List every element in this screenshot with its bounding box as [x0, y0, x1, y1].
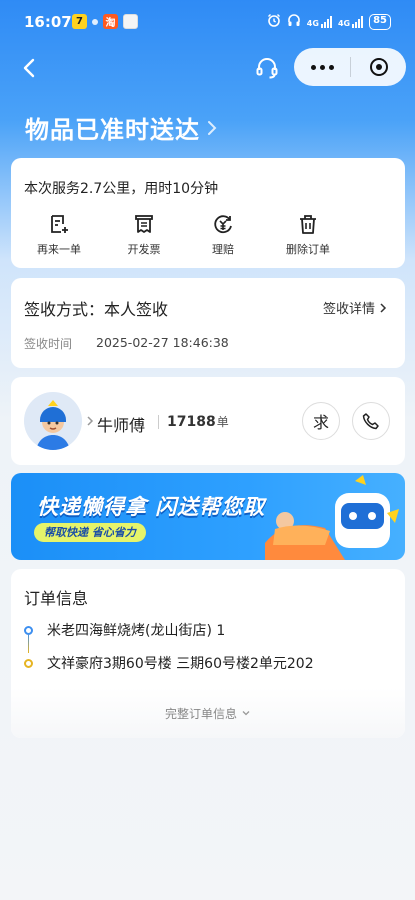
notification-icons: 7 淘 [72, 14, 138, 29]
status-time: 16:07 [24, 13, 72, 31]
app-notification-icon: 7 [72, 14, 87, 29]
sign-card: 签收方式：本人签收 签收详情 签收时间 2025-02-27 18:46:38 [11, 278, 405, 368]
delivery-status-header[interactable]: 物品已准时送达 [25, 110, 218, 145]
chevron-down-icon [242, 711, 250, 716]
courier-avatar-icon [24, 392, 82, 450]
chevron-right-icon [208, 120, 217, 135]
gallery-notification-icon [123, 14, 138, 29]
sign-detail-label: 签收详情 [322, 302, 375, 317]
pickup-address: 米老四海鲜烧烤(龙山街店) 1 [47, 623, 226, 639]
courier-card: 牛师傅 17188单 求 [11, 377, 405, 465]
miniapp-capsule [294, 48, 406, 86]
network-type-label: 4G [306, 18, 319, 28]
sign-time-label: 签收时间 [24, 337, 73, 351]
chevron-right-icon [87, 416, 94, 426]
alarm-icon [267, 13, 281, 30]
claim-button[interactable]: 理赔 [187, 213, 259, 257]
battery-indicator: 85 [369, 13, 391, 30]
chevron-left-icon [23, 58, 35, 78]
courier-name: 牛师傅 [97, 416, 146, 435]
ask-label: 求 [312, 413, 329, 432]
ask-courier-button[interactable]: 求 [302, 402, 340, 440]
invoice-button[interactable]: 开发票 [108, 213, 180, 257]
close-miniapp-button[interactable] [351, 48, 406, 86]
signal-left: 4G [306, 15, 332, 28]
taobao-notification-icon: 淘 [103, 14, 118, 29]
full-order-info-label: 完整订单信息 [164, 706, 237, 721]
sign-detail-link[interactable]: 签收详情 [323, 298, 387, 317]
banner-subtitle: 帮取快递 省心省力 [34, 523, 146, 542]
delivery-address-row: 文祥豪府3期60号楼 三期60号楼2单元202 [24, 653, 314, 673]
claim-label: 理赔 [212, 243, 234, 256]
sign-method: 签收方式：本人签收 [24, 300, 169, 319]
courier-order-count: 17188单 [167, 413, 229, 430]
status-right: 4G 4G 85 [267, 13, 391, 30]
delivery-address: 文祥豪府3期60号楼 三期60号楼2单元202 [47, 656, 314, 672]
more-menu-button[interactable] [294, 48, 350, 86]
delivery-dot-icon [24, 658, 33, 668]
courier-avatar[interactable] [24, 392, 82, 450]
reorder-label: 再来一单 [37, 243, 81, 256]
order-info-card: 订单信息 米老四海鲜烧烤(龙山街店) 1 文祥豪府3期60号楼 三期60号楼2单… [11, 569, 405, 738]
status-bar: 16:07 7 淘 4G 4G 85 [0, 0, 415, 44]
delete-order-button[interactable]: 删除订单 [272, 213, 344, 257]
signal-right: 4G [337, 15, 364, 28]
service-summary: 本次服务2.7公里，用时10分钟 [24, 181, 219, 197]
signal-icon-2 [352, 15, 364, 28]
invoice-label: 开发票 [127, 243, 161, 256]
divider [158, 415, 159, 429]
delete-order-label: 删除订单 [286, 243, 330, 256]
headset-icon [256, 58, 278, 79]
phone-icon [362, 413, 379, 430]
call-courier-button[interactable] [352, 402, 390, 440]
order-info-title: 订单信息 [24, 589, 89, 608]
promo-banner[interactable]: 快递懒得拿 闪送帮您取 帮取快递 省心省力 [11, 473, 405, 560]
full-order-info-button[interactable]: 完整订单信息 [11, 688, 405, 738]
route-connector [28, 633, 29, 653]
pickup-address-row: 米老四海鲜烧烤(龙山街店) 1 [24, 620, 225, 640]
claim-icon [214, 215, 232, 234]
trash-icon [300, 215, 316, 234]
network-type-label-2: 4G [337, 18, 351, 28]
page-title: 物品已准时送达 [25, 116, 200, 144]
action-row: 再来一单 开发票 理赔 删除订单 [11, 213, 405, 257]
service-card: 本次服务2.7公里，用时10分钟 再来一单 开发票 理赔 删除订单 [11, 158, 405, 268]
customer-service-button[interactable] [253, 54, 281, 82]
target-icon [369, 58, 388, 76]
reorder-icon [51, 215, 68, 233]
back-button[interactable] [16, 54, 44, 82]
nav-bar [0, 44, 415, 92]
reorder-button[interactable]: 再来一单 [23, 213, 95, 257]
order-count-unit: 单 [216, 415, 229, 429]
invoice-icon [135, 215, 153, 233]
signal-icon [320, 15, 332, 28]
sign-time-value: 2025-02-27 18:46:38 [96, 335, 229, 350]
banner-title: 快递懒得拿 闪送帮您取 [37, 495, 266, 519]
headphone-icon [287, 13, 301, 30]
order-count-value: 17188 [167, 414, 216, 430]
chevron-right-icon [380, 302, 387, 313]
dot-icon [92, 18, 98, 25]
mascot-illustration [265, 475, 399, 560]
